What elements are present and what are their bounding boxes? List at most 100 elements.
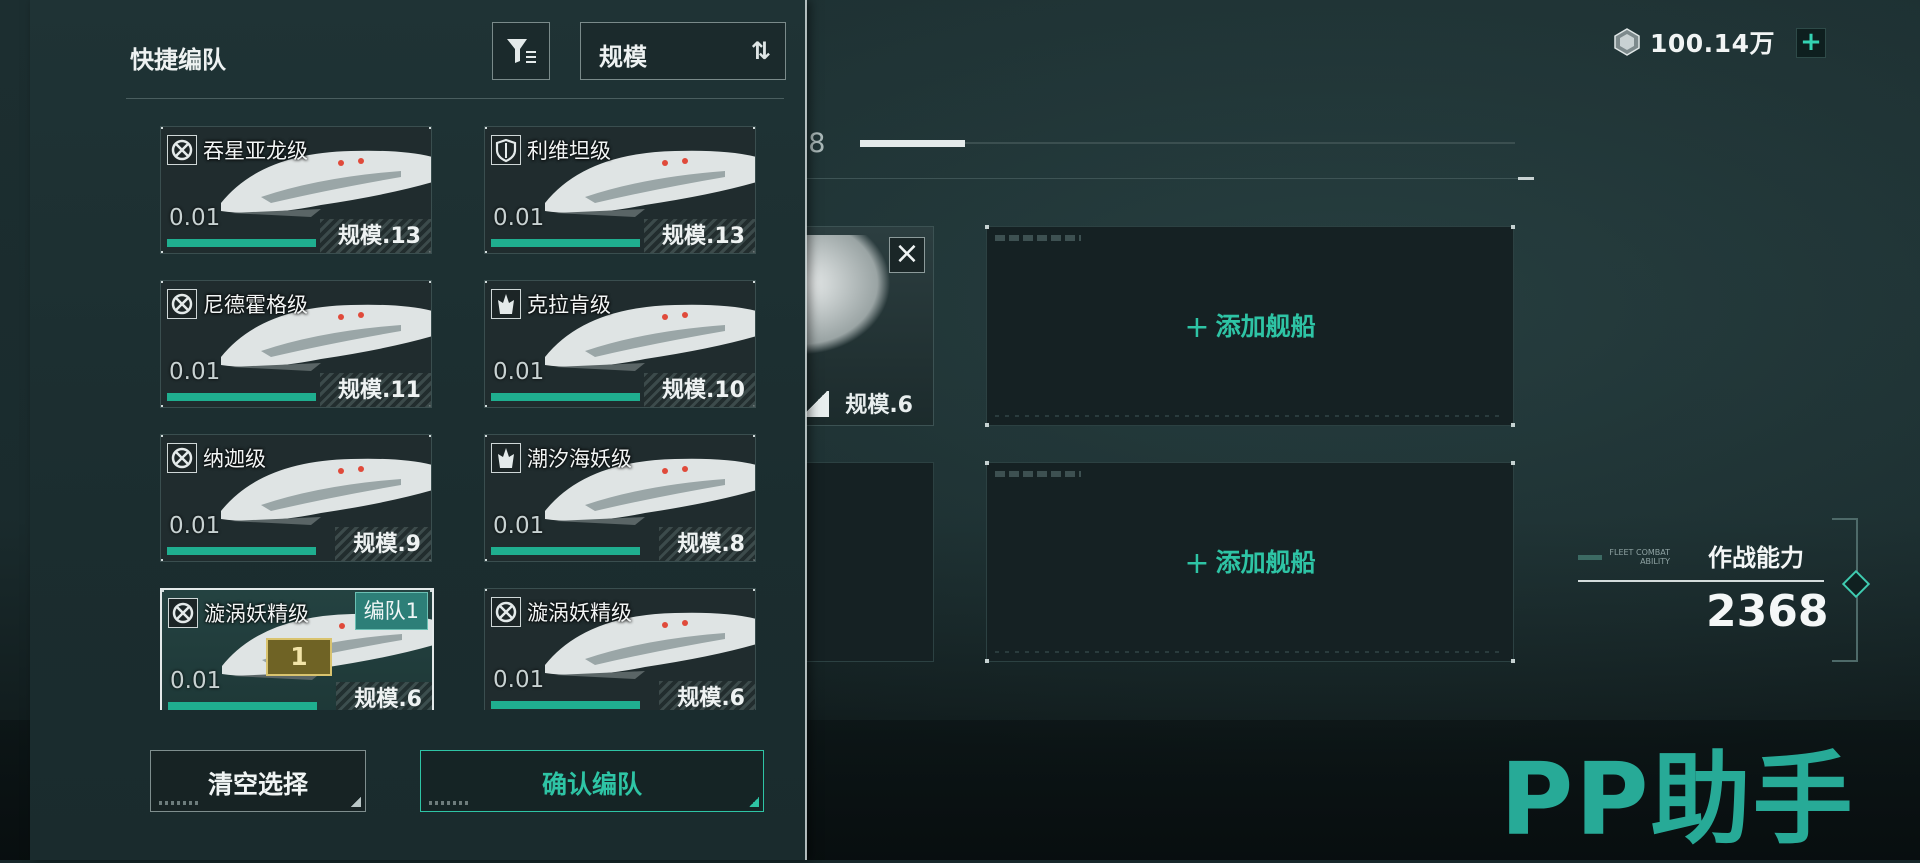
sort-dropdown[interactable]: 规模 ⇅ bbox=[580, 22, 786, 80]
plus-icon: + bbox=[1184, 546, 1210, 581]
card-corner bbox=[162, 590, 164, 592]
slot-corner bbox=[985, 461, 989, 465]
ship-name: 尼德霍格级 bbox=[203, 293, 308, 317]
ship-name: 克拉肯级 bbox=[527, 293, 611, 317]
ship-name: 潮汐海妖级 bbox=[527, 447, 632, 471]
slot-footer-marks bbox=[995, 415, 1503, 417]
crosshair-icon bbox=[491, 597, 521, 627]
ship-card[interactable]: 纳迦级 0.01 规模.9 bbox=[160, 434, 432, 562]
crosshair-icon bbox=[167, 135, 197, 165]
card-corner bbox=[429, 435, 431, 437]
slot-corner bbox=[985, 423, 989, 427]
combat-label: 作战能力 bbox=[1708, 544, 1804, 572]
card-corner bbox=[485, 589, 487, 591]
slot-corner bbox=[985, 225, 989, 229]
remove-ship-button[interactable]: × bbox=[889, 237, 925, 273]
card-corner bbox=[485, 405, 487, 407]
add-ship-label: 添加舰船 bbox=[1215, 312, 1316, 341]
confirm-formation-label: 确认编队 bbox=[541, 770, 642, 799]
shield-icon bbox=[491, 135, 521, 165]
team-badge: 编队1 bbox=[354, 592, 428, 630]
slot-header-marks bbox=[995, 471, 1081, 477]
alloy-gem-icon bbox=[1614, 28, 1640, 56]
add-ship-button[interactable]: + 添加舰船 bbox=[987, 307, 1513, 345]
add-currency-button[interactable]: + bbox=[1796, 28, 1826, 58]
plus-icon: + bbox=[1184, 310, 1210, 345]
slot-corner bbox=[985, 659, 989, 663]
combat-rule bbox=[1578, 580, 1824, 582]
ship-card[interactable]: 潮汐海妖级 0.01 规模.8 bbox=[484, 434, 756, 562]
combat-ability: FLEET COMBAT ABILITY 作战能力 2368 bbox=[1578, 518, 1871, 662]
button-corner bbox=[351, 797, 361, 807]
panel-title: 快捷编队 bbox=[130, 46, 226, 74]
ship-level: 规模.9 bbox=[335, 527, 431, 561]
slot-corner bbox=[1511, 659, 1515, 663]
card-corner bbox=[485, 281, 487, 283]
selection-order-tag: 1 bbox=[266, 638, 332, 676]
card-corner bbox=[161, 405, 163, 407]
ship-name: 吞星亚龙级 bbox=[203, 139, 308, 163]
ship-durability: 0.01 bbox=[169, 359, 221, 385]
card-corner bbox=[161, 127, 163, 129]
durability-bar bbox=[167, 547, 316, 555]
ship-level: 规模.6 bbox=[659, 681, 755, 710]
durability-bar bbox=[491, 393, 640, 401]
card-corner bbox=[161, 281, 163, 283]
confirm-formation-button[interactable]: 确认编队 bbox=[420, 750, 764, 812]
add-ship-button[interactable]: + 添加舰船 bbox=[987, 543, 1513, 581]
ship-durability: 0.01 bbox=[493, 667, 545, 693]
card-corner bbox=[485, 127, 487, 129]
durability-bar bbox=[491, 701, 640, 709]
header-divider bbox=[126, 98, 784, 99]
ship-card[interactable]: 漩涡妖精级 0.01 规模.6 编队1 1 bbox=[160, 588, 434, 710]
ship-level: 规模.10 bbox=[644, 373, 755, 407]
panel-edge bbox=[805, 0, 807, 860]
ship-card[interactable]: 漩涡妖精级 0.01 规模.6 bbox=[484, 588, 756, 710]
divider bbox=[780, 178, 1532, 179]
durability-bar bbox=[491, 547, 640, 555]
button-decor bbox=[429, 801, 469, 805]
card-corner bbox=[161, 251, 163, 253]
crosshair-icon bbox=[167, 443, 197, 473]
durability-bar bbox=[167, 393, 316, 401]
ship-card[interactable]: 尼德霍格级 0.01 规模.11 bbox=[160, 280, 432, 408]
add-ship-slot[interactable]: + 添加舰船 bbox=[985, 461, 1515, 663]
sort-label: 规模 bbox=[599, 43, 647, 71]
ship-card[interactable]: 吞星亚龙级 0.01 规模.13 bbox=[160, 126, 432, 254]
ship-durability: 0.01 bbox=[493, 205, 545, 231]
ship-card[interactable]: 克拉肯级 0.01 规模.10 bbox=[484, 280, 756, 408]
fleet-progress-fill bbox=[860, 140, 965, 147]
button-decor bbox=[159, 801, 199, 805]
button-corner bbox=[749, 797, 759, 807]
crosshair-icon bbox=[167, 289, 197, 319]
clear-selection-button[interactable]: 清空选择 bbox=[150, 750, 366, 812]
card-corner bbox=[161, 435, 163, 437]
card-corner bbox=[485, 435, 487, 437]
currency-display: 100.14万 + bbox=[1612, 24, 1826, 60]
crosshair-icon bbox=[168, 598, 198, 628]
add-ship-slot[interactable]: + 添加舰船 bbox=[985, 225, 1515, 427]
ship-name: 利维坦级 bbox=[527, 139, 611, 163]
durability-bar bbox=[168, 702, 317, 710]
card-corner bbox=[485, 559, 487, 561]
filter-button[interactable] bbox=[492, 22, 550, 80]
ship-durability: 0.01 bbox=[493, 513, 545, 539]
ship-name: 漩涡妖精级 bbox=[204, 602, 309, 626]
slot-level: 规模.6 bbox=[845, 393, 913, 418]
slot-corner bbox=[1511, 423, 1515, 427]
durability-bar bbox=[167, 239, 316, 247]
flame-icon bbox=[491, 289, 521, 319]
card-corner bbox=[753, 127, 755, 129]
card-corner bbox=[161, 559, 163, 561]
card-corner bbox=[429, 127, 431, 129]
sort-order-icon[interactable]: ⇅ bbox=[751, 37, 771, 65]
slot-footer-marks bbox=[995, 651, 1503, 653]
clear-selection-label: 清空选择 bbox=[207, 770, 308, 799]
combat-mark bbox=[1578, 555, 1602, 560]
card-corner bbox=[429, 281, 431, 283]
flame-icon bbox=[491, 443, 521, 473]
slot-header-marks bbox=[995, 235, 1081, 241]
ship-durability: 0.01 bbox=[169, 513, 221, 539]
ship-card[interactable]: 利维坦级 0.01 规模.13 bbox=[484, 126, 756, 254]
card-corner bbox=[753, 589, 755, 591]
